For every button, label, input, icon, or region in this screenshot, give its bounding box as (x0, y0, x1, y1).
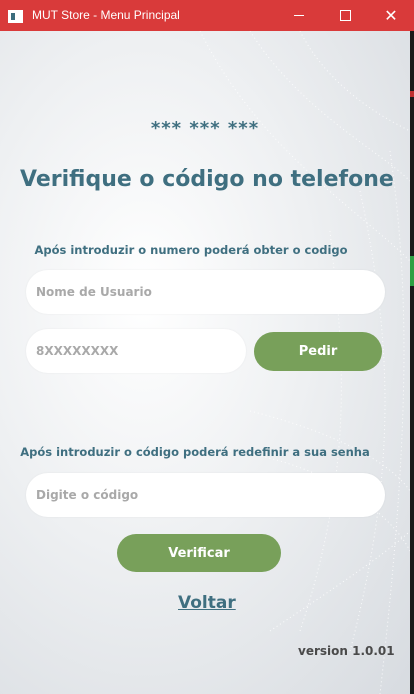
back-link[interactable]: Voltar (178, 593, 236, 613)
request-code-button[interactable]: Pedir (254, 332, 382, 371)
username-placeholder: Nome de Usuario (36, 285, 152, 299)
verification-code-field[interactable]: Digite o código (26, 473, 385, 517)
verify-button[interactable]: Verificar (117, 534, 281, 572)
masked-phone-number: *** *** *** (150, 118, 260, 139)
phone-hint-label: Após introduzir o numero poderá obter o … (34, 243, 348, 257)
window-titlebar: MUT Store - Menu Principal ✕ (0, 0, 414, 31)
app-window-icon (8, 10, 23, 23)
verification-panel: *** *** *** Verifique o código no telefo… (0, 31, 410, 694)
close-icon: ✕ (384, 5, 398, 25)
close-button[interactable]: ✕ (368, 0, 414, 31)
edge-marker-red (410, 91, 414, 97)
edge-marker-green (410, 256, 414, 286)
window-title: MUT Store - Menu Principal (32, 8, 180, 22)
phone-number-field[interactable]: 8XXXXXXXX (26, 329, 246, 373)
window-edge (410, 31, 414, 694)
page-title: Verifique o código no telefone (20, 167, 394, 192)
version-label: version 1.0.01 (298, 644, 395, 658)
maximize-icon (339, 10, 351, 21)
minimize-icon (294, 15, 304, 16)
minimize-button[interactable] (276, 0, 322, 31)
phone-placeholder: 8XXXXXXXX (36, 344, 119, 358)
code-placeholder: Digite o código (36, 488, 139, 502)
code-hint-label: Após introduzir o código poderá redefini… (20, 445, 370, 459)
maximize-button[interactable] (322, 0, 368, 31)
username-field[interactable]: Nome de Usuario (26, 270, 385, 314)
